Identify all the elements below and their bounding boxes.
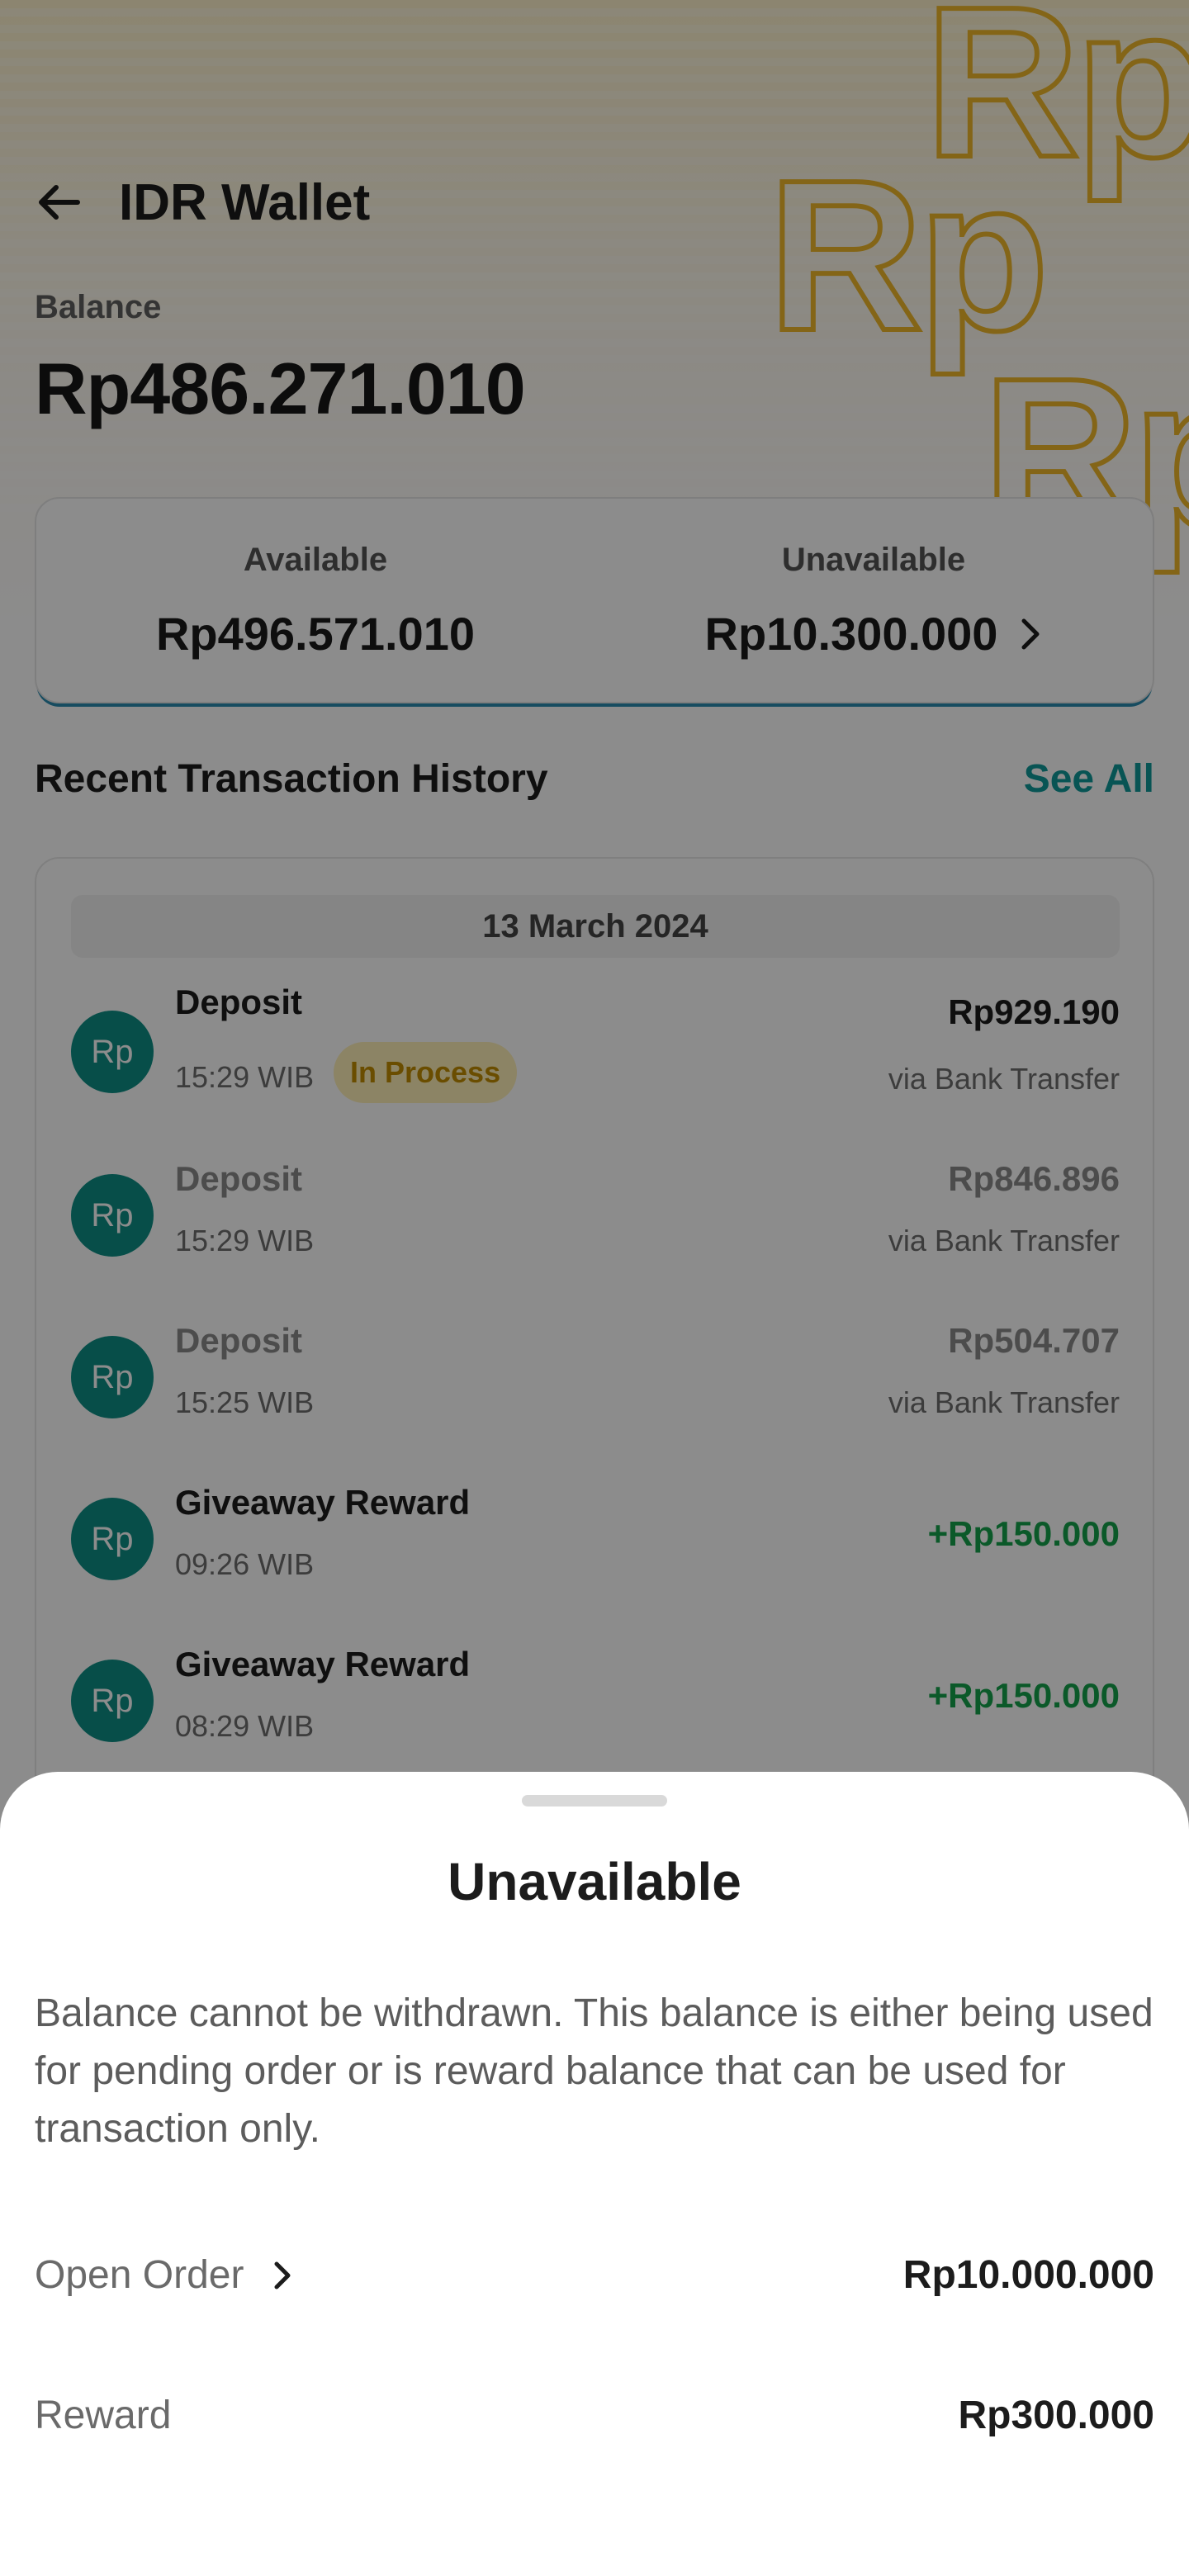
- unavailable-bottom-sheet: Unavailable Balance cannot be withdrawn.…: [0, 1772, 1189, 2576]
- reward-label: Reward: [35, 2394, 172, 2437]
- open-order-value: Rp10.000.000: [902, 2253, 1154, 2297]
- sheet-description: Balance cannot be withdrawn. This balanc…: [35, 1991, 1153, 2151]
- open-order-row[interactable]: Open Order Rp10.000.000: [35, 2252, 1154, 2298]
- reward-row: Reward Rp300.000: [35, 2393, 1154, 2438]
- open-order-label: Open Order: [35, 2253, 244, 2297]
- chevron-right-icon: [272, 2259, 293, 2292]
- open-order-label-group: Open Order: [35, 2252, 293, 2298]
- sheet-title: Unavailable: [448, 1852, 741, 1911]
- drag-handle[interactable]: [522, 1795, 667, 1807]
- reward-value: Rp300.000: [958, 2394, 1155, 2437]
